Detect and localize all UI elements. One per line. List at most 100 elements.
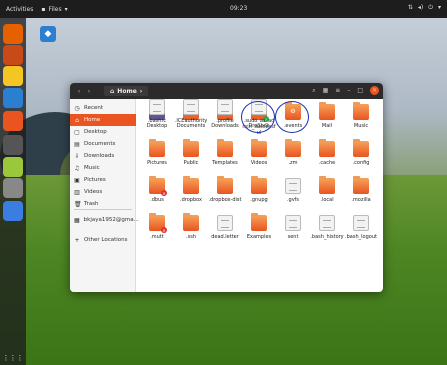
file-item[interactable]: .gnupg [242, 176, 276, 203]
file-label: .zm [288, 160, 298, 166]
folder-icon [319, 139, 335, 157]
file-label: .bash_logout [345, 234, 377, 240]
software-icon[interactable] [3, 111, 23, 131]
sidebar-item-label: bkjaya1952@gma... [83, 217, 139, 223]
file-item[interactable]: .bash_logout [344, 215, 378, 240]
sidebar-item[interactable]: ⌂ Home [70, 114, 136, 126]
file-label: .ICEauthority [174, 118, 208, 124]
sidebar-item[interactable]: ▢ Desktop [70, 126, 136, 138]
sidebar-item[interactable]: ♫ Music [70, 162, 136, 174]
settings-icon[interactable] [3, 178, 23, 198]
sidebar-separator [74, 209, 132, 210]
sidebar-item[interactable]: ⇩ Downloads [70, 150, 136, 162]
sidebar-item-label: Recent [84, 105, 104, 111]
file-item[interactable]: ✕ .dbus [140, 176, 174, 203]
sidebar-item[interactable]: ▤ Documents [70, 138, 136, 150]
folder-icon [319, 102, 335, 120]
firefox-icon[interactable] [3, 24, 23, 44]
back-button[interactable]: ‹ [74, 88, 84, 95]
file-label: sent [287, 234, 299, 240]
maximize-icon[interactable]: □ [357, 87, 363, 94]
app-menu-label: Files [48, 5, 62, 13]
sidebar-item-label: Pictures [84, 177, 106, 183]
app-menu[interactable]: ▪ Files ▾ [41, 6, 67, 13]
activities-button[interactable]: Activities [6, 6, 33, 13]
file-item[interactable]: ✕ .mutt [140, 213, 174, 240]
file-label: .gvfs [286, 197, 300, 203]
sidebar-item[interactable]: ▣ Pictures [70, 174, 136, 186]
sidebar-item[interactable]: ◷ Recent [70, 102, 136, 114]
sidebar-item-label: Documents [84, 141, 116, 147]
file-item[interactable]: .cache [310, 139, 344, 166]
minimize-icon[interactable]: – [347, 87, 350, 94]
file-label: .bashrc [147, 118, 167, 124]
file-label: .dropbox [180, 197, 202, 203]
file-label: .config [352, 160, 370, 166]
file-item[interactable]: Public [174, 139, 208, 166]
sidebar: ◷ Recent ⌂ Home ▢ Desktop ▤ Documents ⇩ Downloads… [70, 99, 139, 292]
rhythmbox-icon[interactable] [3, 66, 23, 86]
sidebar-icon: ▤ [74, 140, 80, 148]
annotation-circle [241, 101, 275, 133]
document-icon [285, 178, 301, 194]
clock[interactable]: 09:23 [230, 5, 247, 12]
sidebar-item-label: Desktop [84, 129, 107, 135]
sidebar-item-label: Home [84, 117, 101, 123]
sidebar-item[interactable]: ▦ bkjaya1952@gma... [70, 214, 139, 226]
file-label: Pictures [147, 160, 167, 166]
file-item[interactable]: .profile [208, 99, 242, 124]
writer-icon[interactable] [3, 88, 23, 108]
file-item[interactable]: .dropbox-dist [208, 176, 242, 203]
path-label: Home [117, 87, 137, 95]
file-item[interactable]: .dropbox [174, 176, 208, 203]
system-tray[interactable]: ⇅ ◂) ⏻ ▾ [408, 4, 441, 12]
document-icon [353, 215, 369, 231]
sidebar-item-label: Downloads [84, 153, 115, 159]
document-icon [217, 215, 233, 231]
screen-icon[interactable] [3, 201, 23, 221]
file-item[interactable]: sent [276, 215, 310, 240]
file-item[interactable]: Mail [310, 102, 344, 129]
path-button-home[interactable]: ⌂ Home › [104, 86, 149, 96]
chevron-right-icon: › [139, 87, 143, 95]
show-apps-icon[interactable]: ⋮⋮⋮ [3, 348, 24, 365]
sidebar-icon: ⌂ [75, 116, 79, 124]
file-item[interactable]: Templates [208, 139, 242, 166]
file-label: .gnupg [250, 197, 268, 203]
view-grid-icon[interactable]: ▦ [323, 87, 329, 94]
dock: ⋮⋮⋮ [0, 18, 26, 365]
file-item[interactable]: Music [344, 102, 378, 129]
file-item[interactable]: Videos [242, 139, 276, 166]
file-item[interactable]: .ICEauthority [174, 99, 208, 124]
help-icon[interactable] [3, 135, 23, 155]
sidebar-item-label: Other Locations [84, 237, 128, 243]
file-item[interactable]: .ssh [174, 213, 208, 240]
document-icon [149, 99, 165, 115]
sidebar-item[interactable]: + Other Locations [70, 234, 136, 246]
sidebar-icon: 🗑 [74, 200, 82, 208]
file-label: Examples [246, 234, 272, 240]
files-icon[interactable] [3, 45, 23, 65]
forward-button[interactable]: › [84, 88, 94, 95]
file-item[interactable]: .bash_history [310, 215, 344, 240]
close-icon[interactable]: ✕ [370, 86, 379, 95]
file-label: .mozilla [351, 197, 371, 203]
file-item[interactable]: Examples [242, 213, 276, 240]
file-item[interactable]: .mozilla [344, 176, 378, 203]
file-item[interactable]: .zm [276, 139, 310, 166]
folder-icon [149, 139, 165, 157]
menu-icon[interactable]: ≡ [335, 87, 340, 94]
sidebar-item[interactable]: ▥ Videos [70, 186, 136, 198]
file-item[interactable]: .gvfs [276, 178, 310, 203]
file-label: .dropbox-dist [208, 197, 242, 203]
file-item[interactable]: .config [344, 139, 378, 166]
file-item[interactable]: .local [310, 176, 344, 203]
file-item[interactable]: Pictures [140, 139, 174, 166]
search-icon[interactable]: ⌕ [312, 87, 315, 95]
document-icon [183, 99, 199, 115]
file-item[interactable]: dead.letter [208, 215, 242, 240]
dropbox-desktop-icon[interactable]: ◆ [40, 26, 56, 42]
file-item[interactable]: .bashrc [140, 99, 174, 124]
document-icon [285, 215, 301, 231]
notes-icon[interactable] [3, 157, 23, 177]
